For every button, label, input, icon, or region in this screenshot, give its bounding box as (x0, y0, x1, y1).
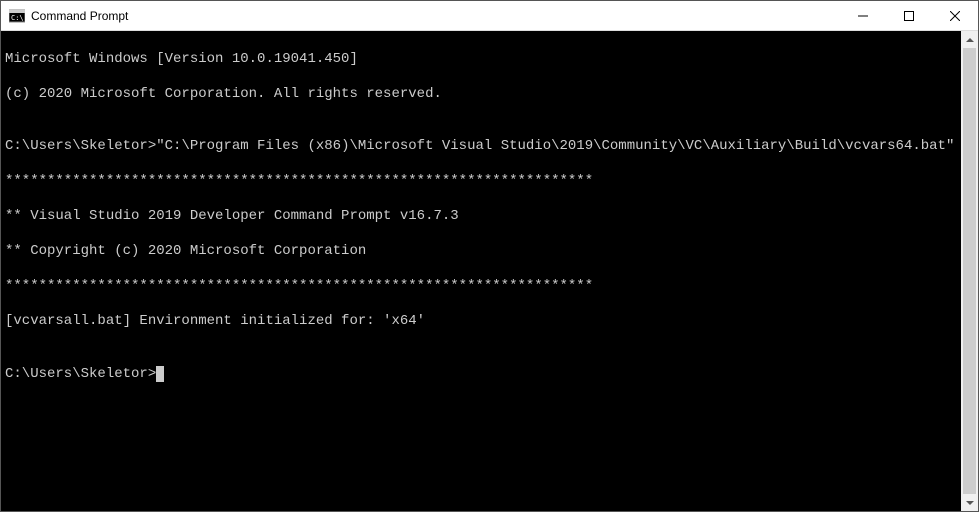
svg-text:C:\: C:\ (11, 14, 24, 22)
output-line: ** Copyright (c) 2020 Microsoft Corporat… (5, 243, 957, 261)
output-line: ****************************************… (5, 278, 957, 296)
window-title: Command Prompt (31, 9, 840, 23)
prompt-line: C:\Users\Skeletor> (5, 366, 957, 384)
scroll-down-button[interactable] (961, 494, 978, 511)
prompt-command: "C:\Program Files (x86)\Microsoft Visual… (156, 138, 954, 154)
output-line: (c) 2020 Microsoft Corporation. All righ… (5, 86, 957, 104)
chevron-up-icon (966, 38, 974, 42)
vertical-scrollbar[interactable] (961, 31, 978, 511)
prompt-path: C:\Users\Skeletor> (5, 366, 156, 382)
close-icon (950, 11, 960, 21)
scroll-up-button[interactable] (961, 31, 978, 48)
titlebar[interactable]: C:\ Command Prompt (1, 1, 978, 31)
scroll-track[interactable] (961, 48, 978, 494)
scroll-thumb[interactable] (963, 48, 976, 494)
prompt-path: C:\Users\Skeletor> (5, 138, 156, 154)
chevron-down-icon (966, 501, 974, 505)
cursor (156, 366, 164, 382)
minimize-icon (858, 11, 868, 21)
output-line: ****************************************… (5, 173, 957, 191)
minimize-button[interactable] (840, 1, 886, 30)
terminal-wrapper: Microsoft Windows [Version 10.0.19041.45… (1, 31, 978, 511)
window-controls (840, 1, 978, 30)
output-line: ** Visual Studio 2019 Developer Command … (5, 208, 957, 226)
close-button[interactable] (932, 1, 978, 30)
maximize-button[interactable] (886, 1, 932, 30)
output-line: Microsoft Windows [Version 10.0.19041.45… (5, 51, 957, 69)
prompt-line: C:\Users\Skeletor>"C:\Program Files (x86… (5, 138, 957, 156)
command-prompt-window: C:\ Command Prompt Mic (0, 0, 979, 512)
maximize-icon (904, 11, 914, 21)
output-line: [vcvarsall.bat] Environment initialized … (5, 313, 957, 331)
app-icon: C:\ (9, 8, 25, 24)
terminal-content[interactable]: Microsoft Windows [Version 10.0.19041.45… (1, 31, 961, 511)
